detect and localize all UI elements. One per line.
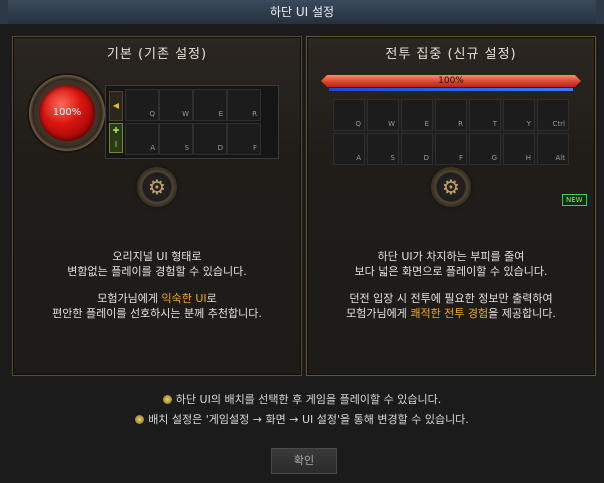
skill-slot: G [469, 133, 501, 165]
combat-desc-1-line2: 보다 넓은 화면으로 플레이할 수 있습니다. [354, 265, 548, 278]
gold-coin-bullet-icon [135, 415, 145, 424]
highlight-text: 쾌적한 전투 경험 [410, 307, 489, 320]
option-combat-panel[interactable]: 전투 집중 (신규 설정) 100% Q W E R T Y Ctrl A S … [306, 36, 596, 376]
hp-orb: 100% [39, 85, 95, 141]
basic-panel-title: 기본 (기존 설정) [106, 47, 208, 62]
skill-slot: Q [333, 99, 365, 131]
hp-orb-frame: 100% [25, 71, 109, 155]
confirm-button[interactable]: 확인 [271, 448, 337, 474]
titlebar-corner-right [596, 0, 604, 24]
skill-slot-bar: ◀ ✚ I Q W E R A S D F [105, 85, 279, 159]
highlight-text: 익숙한 UI [161, 292, 207, 305]
skill-slot: W [367, 99, 399, 131]
skill-slot: E [193, 89, 227, 121]
slot-page-select-icon: ✚ I [109, 123, 123, 153]
skill-slot: W [159, 89, 193, 121]
hp-bar-percent: 100% [438, 76, 464, 86]
skill-slot: F [227, 123, 261, 155]
slot-key-label: D [217, 144, 223, 152]
basic-desc-1: 오리지널 UI 형태로 변함없는 플레이를 경험할 수 있습니다. [13, 249, 301, 279]
basic-desc-2: 모험가님에게 익숙한 UI로 편안한 플레이를 선호하시는 분께 추천합니다. [13, 291, 301, 321]
skill-slot: Y [503, 99, 535, 131]
slot-key-label: H [525, 154, 531, 162]
skill-slot: S [159, 123, 193, 155]
slot-key-label: Alt [555, 154, 565, 162]
skill-slot: Ctrl [537, 99, 569, 131]
slot-key-label: A [150, 144, 155, 152]
skill-slot: F [435, 133, 467, 165]
slot-key-label: Y [526, 120, 531, 128]
hp-orb-percent: 100% [52, 107, 82, 118]
window-titlebar: 하단 UI 설정 [0, 0, 604, 25]
window-title: 하단 UI 설정 [269, 5, 335, 19]
hp-bar: 100% [321, 75, 581, 87]
skill-slot: T [469, 99, 501, 131]
basic-desc-2-line2: 편안한 플레이를 선호하시는 분께 추천합니다. [52, 307, 262, 320]
slot-key-label: D [423, 154, 429, 162]
skill-slot: R [227, 89, 261, 121]
gear-icon: ⚙ [139, 169, 175, 205]
text: 모험가님에게 [346, 307, 411, 320]
basic-desc-2-line1: 모험가님에게 익숙한 UI로 [13, 291, 301, 306]
skill-slot: Alt [537, 133, 569, 165]
hp-bar-group: 100% [321, 75, 581, 91]
skill-slot: Q [125, 89, 159, 121]
slot-key-label: A [356, 154, 361, 162]
skill-slot: D [401, 133, 433, 165]
gold-coin-bullet-icon [162, 395, 172, 404]
basic-desc-1-line1: 오리지널 UI 형태로 [112, 250, 202, 263]
combat-desc-1-line1: 하단 UI가 차지하는 부피를 줄여 [377, 250, 525, 263]
skill-slot: R [435, 99, 467, 131]
slot-key-label: S [184, 144, 189, 152]
note-text: 하단 UI의 배치를 선택한 후 게임을 플레이할 수 있습니다. [175, 393, 442, 406]
combat-panel-title: 전투 집중 (신규 설정) [385, 47, 517, 62]
skill-slot: E [401, 99, 433, 131]
note-line-2: 배치 설정은 '게임설정 → 화면 → UI 설정'을 통해 변경할 수 있습니… [0, 411, 604, 427]
text: 로 [206, 292, 217, 305]
basic-desc-1-line2: 변함없는 플레이를 경험할 수 있습니다. [67, 265, 247, 278]
slot-key-label: R [252, 110, 257, 118]
skill-slot: A [333, 133, 365, 165]
option-basic-panel[interactable]: 기본 (기존 설정) 100% ◀ ✚ I Q W E R A S D F ⚙ 오… [12, 36, 302, 376]
text: 모험가님에게 [97, 292, 162, 305]
combat-desc-2: 던전 입장 시 전투에 필요한 정보만 출력하여 모험가님에게 쾌적한 전투 경… [307, 291, 595, 321]
slot-page-arrow-icon: ◀ [109, 91, 123, 121]
gear-icon: ⚙ [433, 169, 469, 205]
slot-key-label: F [252, 144, 257, 152]
slot-key-label: G [491, 154, 497, 162]
note-text: 배치 설정은 '게임설정 → 화면 → UI 설정'을 통해 변경할 수 있습니… [148, 413, 469, 426]
slot-key-label: R [458, 120, 463, 128]
mp-bar [329, 88, 573, 91]
slot-key-label: W [182, 110, 189, 118]
combat-desc-2-line2: 모험가님에게 쾌적한 전투 경험을 제공합니다. [307, 306, 595, 321]
slot-key-label: Q [355, 120, 361, 128]
slot-key-label: W [388, 120, 395, 128]
combat-desc-1: 하단 UI가 차지하는 부피를 줄여 보다 넓은 화면으로 플레이할 수 있습니… [307, 249, 595, 279]
slot-key-label: T [492, 120, 497, 128]
skill-slot: S [367, 133, 399, 165]
skill-slot: D [193, 123, 227, 155]
skill-slot: H [503, 133, 535, 165]
combat-desc-2-line1: 던전 입장 시 전투에 필요한 정보만 출력하여 [349, 292, 553, 305]
text: 을 제공합니다. [488, 307, 556, 320]
note-line-1: 하단 UI의 배치를 선택한 후 게임을 플레이할 수 있습니다. [0, 391, 604, 407]
slot-key-label: Ctrl [552, 120, 565, 128]
slot-key-label: E [218, 110, 223, 118]
slot-key-label: S [390, 154, 395, 162]
slot-key-label: E [424, 120, 429, 128]
new-badge: NEW [562, 194, 587, 206]
slot-key-label: F [458, 154, 463, 162]
titlebar-corner-left [0, 0, 8, 24]
slot-key-label: Q [149, 110, 155, 118]
skill-slot: A [125, 123, 159, 155]
